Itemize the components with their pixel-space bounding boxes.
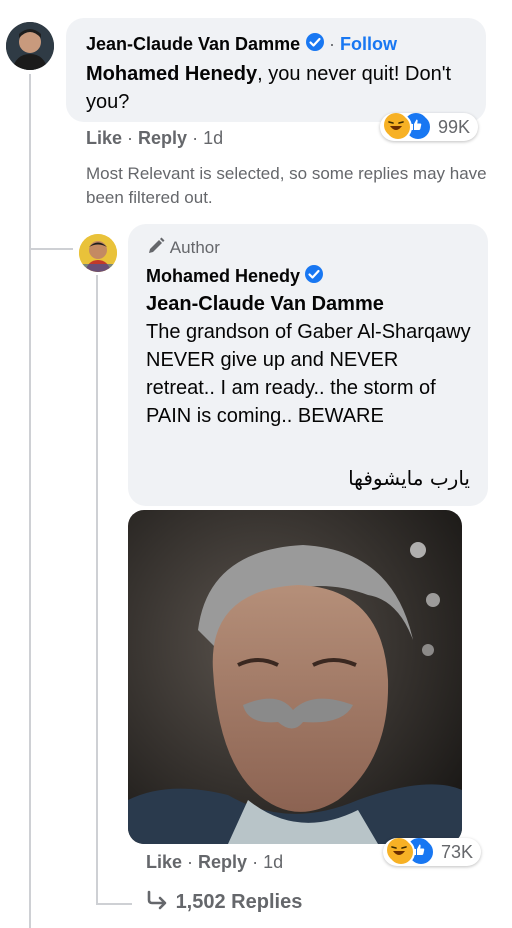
replies-count: 1,502 Replies [175, 891, 303, 913]
comment-bubble: Jean-Claude Van Damme · Follow Mohamed H… [66, 18, 486, 122]
avatar-photo [79, 234, 117, 272]
dot-separator: · [187, 852, 199, 872]
comment-timestamp[interactable]: 1d [203, 128, 223, 148]
man-portrait-image [128, 510, 462, 844]
reply-actions: Like · Reply · 1d [146, 852, 283, 873]
comment-author-name[interactable]: Jean-Claude Van Damme [86, 34, 300, 54]
view-replies-link[interactable]: 1,502 Replies [146, 890, 302, 916]
like-button[interactable]: Like [86, 128, 122, 148]
comment-text: Mohamed Henedy, you never quit! Don't yo… [86, 60, 476, 116]
reply-reactions[interactable]: 73K [383, 838, 482, 866]
thread-line-reply [96, 275, 98, 905]
dot-separator: · [127, 128, 139, 148]
reply-mention[interactable]: Jean-Claude Van Damme [146, 290, 384, 318]
author-badge: Author [169, 238, 220, 257]
reply-photo[interactable] [128, 510, 462, 844]
reply-timestamp[interactable]: 1d [263, 852, 283, 872]
reply-avatar[interactable] [79, 234, 117, 272]
pencil-icon [146, 236, 166, 261]
comment-mention[interactable]: Mohamed Henedy [86, 63, 257, 85]
thread-line-branch [29, 248, 73, 250]
verified-badge-icon [305, 32, 325, 57]
haha-reaction-icon [384, 113, 412, 141]
avatar-photo [6, 22, 54, 70]
thread-line-replies-branch [96, 903, 132, 905]
comment-reaction-count: 99K [438, 116, 471, 137]
reply-text: The grandson of Gaber Al-Sharqawy NEVER … [146, 321, 471, 427]
verified-badge-icon [304, 264, 324, 289]
reply-button[interactable]: Reply [198, 852, 247, 872]
reply-reaction-count: 73K [441, 841, 474, 862]
like-button[interactable]: Like [146, 852, 182, 872]
thread-line-main [29, 74, 31, 928]
reply-arrow-icon [146, 890, 170, 916]
dot-separator: · [192, 128, 204, 148]
reply-bubble: Author Mohamed Henedy Jean-Claude Van Da… [128, 224, 488, 506]
dot-separator: · [329, 34, 340, 54]
dot-separator: · [252, 852, 264, 872]
comment-reactions[interactable]: 99K [380, 113, 479, 141]
comment-actions: Like · Reply · 1d [86, 128, 223, 149]
reply-button[interactable]: Reply [138, 128, 187, 148]
reply-arabic-text: يارب مايشوفها [348, 466, 470, 490]
avatar[interactable] [6, 22, 54, 70]
haha-reaction-icon [387, 838, 415, 866]
follow-button[interactable]: Follow [340, 34, 397, 54]
filter-notice: Most Relevant is selected, so some repli… [86, 164, 487, 207]
reply-author-name[interactable]: Mohamed Henedy [146, 266, 300, 286]
